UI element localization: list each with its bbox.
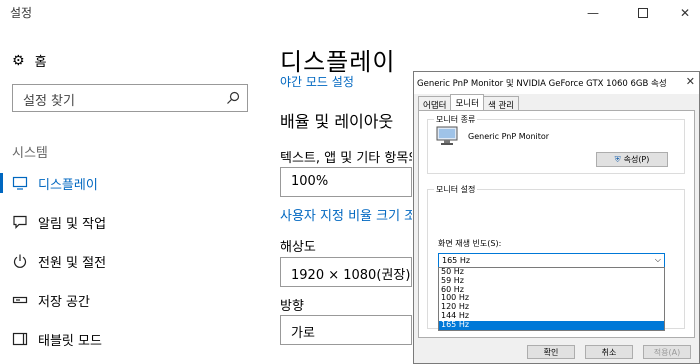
monitor-icon: [12, 176, 28, 190]
sidebar-item-label: 전원 및 절전: [38, 255, 107, 271]
power-icon: [13, 254, 27, 268]
tab-adapter[interactable]: 어댑터: [418, 96, 452, 111]
notification-icon: [13, 215, 27, 229]
active-indicator: [0, 173, 3, 193]
refresh-option-144[interactable]: 144 Hz: [439, 311, 664, 321]
tablet-icon: [12, 332, 28, 346]
nav-home[interactable]: ⚙ 홈: [12, 51, 47, 71]
sidebar-item-label: 디스플레이: [38, 177, 98, 193]
maximize-icon: [638, 8, 648, 18]
group-label: 모니터 설정: [434, 184, 478, 195]
dialog-titlebar: Generic PnP Monitor 및 NVIDIA GeForce GTX…: [414, 72, 699, 94]
monitor-name: Generic PnP Monitor: [468, 132, 550, 141]
tab-color-management[interactable]: 색 관리: [482, 96, 520, 111]
section-label: 시스템: [12, 146, 48, 161]
sidebar-item-storage[interactable]: 저장 공간: [0, 286, 258, 314]
shield-icon: ⛨: [614, 154, 621, 164]
refresh-option-50[interactable]: 50 Hz: [439, 267, 664, 277]
monitor-tab-panel: 모니터 종류 Generic PnP Monitor ⛨ 속성(P) 모니터 설…: [418, 110, 695, 338]
scale-label: 텍스트, 앱 및 기타 항목의 크기 변경: [280, 151, 412, 166]
close-button[interactable]: ✕: [670, 0, 700, 26]
night-light-link[interactable]: 야간 모드 설정: [280, 73, 354, 90]
dialog-tabs: 어댑터 모니터 색 관리: [418, 94, 520, 111]
group-label: 모니터 종류: [434, 114, 478, 125]
dialog-close-button[interactable]: ✕: [686, 75, 695, 88]
refresh-option-165[interactable]: 165 Hz: [439, 320, 664, 330]
storage-icon: [12, 296, 28, 304]
properties-button[interactable]: ⛨ 속성(P): [596, 152, 668, 167]
sidebar-item-label: 알림 및 작업: [38, 216, 107, 232]
apply-button[interactable]: 적용(A): [643, 345, 691, 359]
monitor-type-group: 모니터 종류 Generic PnP Monitor ⛨ 속성(P): [427, 114, 685, 174]
custom-scale-link[interactable]: 사용자 지정 비율 크기 조정: [280, 205, 412, 224]
monitor-icon: [436, 126, 458, 145]
chevron-down-icon: ⌵: [654, 255, 661, 264]
orientation-label: 방향: [280, 299, 304, 314]
refresh-option-120[interactable]: 120 Hz: [439, 302, 664, 312]
sidebar-item-power[interactable]: 전원 및 절전: [0, 247, 258, 275]
search-icon: [227, 91, 240, 104]
dialog-title: Generic PnP Monitor 및 NVIDIA GeForce GTX…: [417, 79, 667, 89]
sidebar-item-display[interactable]: 디스플레이: [0, 169, 258, 197]
scale-dropdown[interactable]: 100%: [280, 167, 412, 197]
page-title: 디스플레이: [280, 48, 396, 76]
refresh-rate-label: 화면 재생 빈도(S):: [438, 239, 502, 248]
sidebar-item-notifications[interactable]: 알림 및 작업: [0, 208, 258, 236]
properties-button-label: 속성(P): [623, 155, 650, 164]
nav-home-label: 홈: [34, 55, 47, 70]
gear-icon: ⚙: [12, 52, 25, 69]
sidebar-item-label: 태블릿 모드: [38, 333, 102, 349]
minimize-icon: —: [587, 6, 599, 20]
window-title: 설정: [10, 6, 33, 20]
refresh-option-59[interactable]: 59 Hz: [439, 276, 664, 286]
refresh-rate-list: 50 Hz 59 Hz 60 Hz 100 Hz 120 Hz 144 Hz 1…: [438, 267, 665, 331]
ok-button[interactable]: 확인: [527, 345, 575, 359]
search-placeholder: 설정 찾기: [23, 94, 75, 109]
resolution-label: 해상도: [280, 240, 316, 255]
layout-heading: 배율 및 레이아웃: [280, 112, 394, 131]
minimize-button[interactable]: —: [578, 0, 608, 26]
search-input[interactable]: 설정 찾기: [12, 84, 248, 112]
refresh-rate-value: 165 Hz: [442, 256, 471, 265]
sidebar-item-label: 저장 공간: [38, 294, 90, 310]
orientation-dropdown[interactable]: 가로: [280, 315, 412, 345]
refresh-option-60[interactable]: 60 Hz: [439, 285, 664, 295]
tab-monitor[interactable]: 모니터: [450, 94, 484, 110]
sidebar-item-tablet[interactable]: 태블릿 모드: [0, 325, 258, 353]
close-icon: ✕: [685, 75, 695, 88]
properties-dialog: Generic PnP Monitor 및 NVIDIA GeForce GTX…: [413, 71, 700, 364]
close-icon: ✕: [679, 6, 691, 20]
refresh-rate-dropdown[interactable]: 165 Hz ⌵: [438, 253, 665, 268]
cancel-button[interactable]: 취소: [585, 345, 633, 359]
resolution-dropdown[interactable]: 1920 × 1080(권장): [280, 257, 412, 287]
maximize-button[interactable]: [628, 0, 658, 26]
refresh-option-100[interactable]: 100 Hz: [439, 294, 664, 303]
